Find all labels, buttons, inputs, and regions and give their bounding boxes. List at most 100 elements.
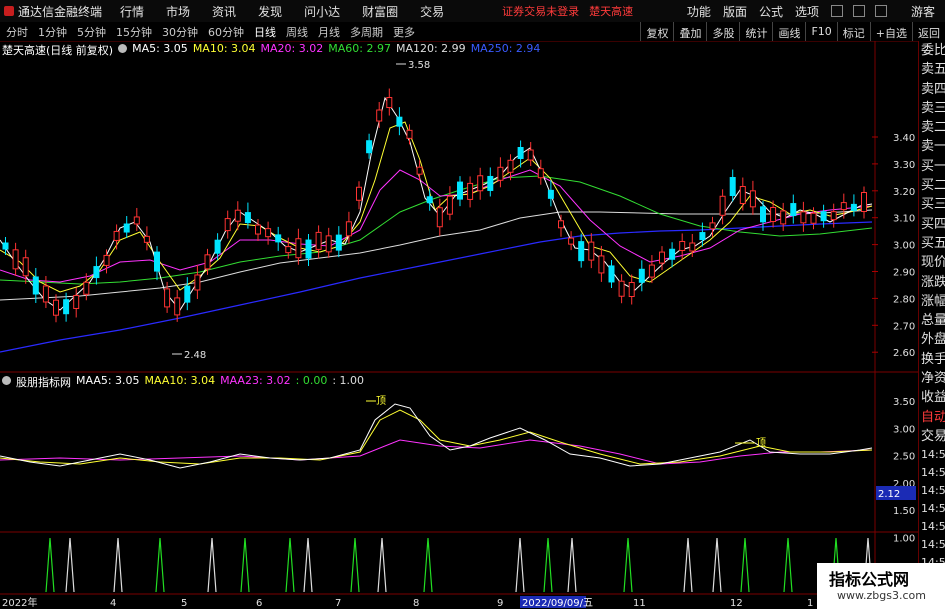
minimize-icon[interactable] [830, 5, 843, 17]
settings-dot-icon[interactable] [118, 44, 128, 53]
candle-body [699, 232, 706, 241]
watermark-url: www.zbgs3.com [837, 589, 926, 602]
maa23-label: MAA23: 3.02 [220, 374, 291, 387]
menu-news[interactable]: 资讯 [212, 3, 236, 20]
period-1min[interactable]: 1分钟 [38, 24, 67, 40]
price-tick-label: 3.10 [893, 214, 915, 225]
candle-body [12, 249, 19, 270]
signal-spike [377, 537, 387, 593]
indicator-tick-label: 3.00 [893, 424, 915, 435]
tool-draw[interactable]: 画线 [772, 22, 805, 41]
sidebar-item[interactable]: 卖三 [919, 99, 945, 118]
sidebar-item[interactable]: 14:56 [919, 464, 945, 482]
candle-body [366, 140, 373, 154]
tool-overlay[interactable]: 叠加 [673, 22, 706, 41]
tool-adjust[interactable]: 复权 [640, 22, 673, 41]
login-warning[interactable]: 证券交易未登录 [502, 3, 579, 19]
candle-body [527, 149, 534, 161]
sidebar-item[interactable]: 总量 [919, 311, 945, 330]
period-30min[interactable]: 30分钟 [162, 24, 198, 40]
menu-quotes[interactable]: 行情 [120, 3, 144, 20]
period-daily[interactable]: 日线 [254, 24, 276, 40]
tool-multi[interactable]: 多股 [706, 22, 739, 41]
tool-f10[interactable]: F10 [805, 22, 836, 41]
menu-ask[interactable]: 问小达 [304, 3, 340, 20]
maximize-icon[interactable] [852, 5, 865, 17]
date-tick-label: 6 [256, 598, 262, 609]
candle-body [315, 231, 322, 250]
guest-label[interactable]: 游客 [911, 3, 935, 20]
candle-body [830, 211, 837, 221]
menu-discover[interactable]: 发现 [258, 3, 282, 20]
menu-trade[interactable]: 交易 [420, 3, 444, 20]
period-5min[interactable]: 5分钟 [77, 24, 106, 40]
price-tick-label: 2.70 [893, 321, 915, 332]
sidebar-item[interactable]: 14:56 [919, 482, 945, 500]
signal-spike [45, 537, 55, 593]
date-tick-label: 9 [497, 598, 503, 609]
sidebar-item[interactable]: 收益 [919, 388, 945, 407]
sidebar-item[interactable]: 卖一 [919, 137, 945, 156]
candle-body [73, 294, 80, 309]
candle-body [598, 255, 605, 274]
sidebar-item[interactable]: 卖四 [919, 80, 945, 99]
menu-market[interactable]: 市场 [166, 3, 190, 20]
period-weekly[interactable]: 周线 [286, 24, 308, 40]
candle-body [568, 237, 575, 245]
sidebar-item[interactable]: 卖二 [919, 118, 945, 137]
candle-body [42, 285, 49, 303]
candle-body [547, 189, 554, 199]
signal-spike [65, 537, 75, 593]
menu-layout[interactable]: 版面 [723, 3, 747, 20]
sidebar-item[interactable]: 现价 [919, 253, 945, 272]
ma10-line [0, 121, 873, 293]
tool-mark[interactable]: 标记 [836, 22, 870, 41]
menu-function[interactable]: 功能 [687, 3, 711, 20]
signal-spike [303, 537, 313, 593]
indicator-dot-icon[interactable] [2, 376, 11, 385]
close-icon[interactable] [874, 5, 887, 17]
indicator-tick-label: 1.00 [893, 534, 915, 545]
tool-stats[interactable]: 统计 [739, 22, 772, 41]
signal-spike [423, 537, 433, 593]
period-more[interactable]: 更多 [393, 24, 415, 40]
sidebar-item[interactable]: 涨幅 [919, 292, 945, 311]
menu-wealth[interactable]: 财富圈 [362, 3, 398, 20]
period-multi[interactable]: 多周期 [350, 24, 383, 40]
sidebar-item[interactable]: 买三 [919, 195, 945, 214]
sidebar-item[interactable]: 换手 [919, 350, 945, 369]
sidebar-item[interactable]: 买五 [919, 234, 945, 253]
price-tick-label: 2.80 [893, 294, 915, 305]
period-60min[interactable]: 60分钟 [208, 24, 244, 40]
sidebar-item[interactable]: 外盘 [919, 330, 945, 349]
candle-body [608, 265, 615, 283]
sidebar-item[interactable]: 交易 [919, 427, 945, 446]
tool-back[interactable]: 返回 [912, 22, 945, 41]
period-15min[interactable]: 15分钟 [116, 24, 152, 40]
period-timeshare[interactable]: 分时 [6, 24, 28, 40]
sidebar-item[interactable]: 卖五 [919, 60, 945, 79]
menu-options[interactable]: 选项 [795, 3, 819, 20]
date-tick-label: 1 [807, 598, 813, 609]
kline-chart[interactable]: 3.40 3.30 3.20 3.10 3.00 2.90 2.80 2.70 2.60 3.5… [0, 41, 918, 609]
sidebar-item[interactable]: 自动 [919, 408, 945, 427]
date-tick-label: 12 [730, 598, 743, 609]
sidebar-item[interactable]: 14:56 [919, 446, 945, 464]
chart-toolbar: 复权 叠加 多股 统计 画线 F10 标记 +自选 返回 [640, 22, 945, 41]
tool-add-watch[interactable]: +自选 [869, 22, 912, 41]
candle-body [154, 251, 160, 272]
sidebar-item[interactable]: 14:56 [919, 518, 945, 536]
sidebar-item[interactable]: 委比 [919, 41, 945, 60]
sidebar-item[interactable]: 净资 [919, 369, 945, 388]
sidebar-item[interactable]: 涨跌 [919, 273, 945, 292]
sidebar-item[interactable]: 14:56 [919, 536, 945, 554]
sidebar-item[interactable]: 14:56 [919, 500, 945, 518]
signal-spike [543, 537, 553, 593]
sidebar-item[interactable]: 买二 [919, 176, 945, 195]
period-monthly[interactable]: 月线 [318, 24, 340, 40]
menu-formula[interactable]: 公式 [759, 3, 783, 20]
sidebar-item[interactable]: 买一 [919, 157, 945, 176]
sidebar-item[interactable]: 买四 [919, 215, 945, 234]
candle-body [760, 206, 766, 223]
app-title: 通达信金融终端 [18, 4, 103, 19]
